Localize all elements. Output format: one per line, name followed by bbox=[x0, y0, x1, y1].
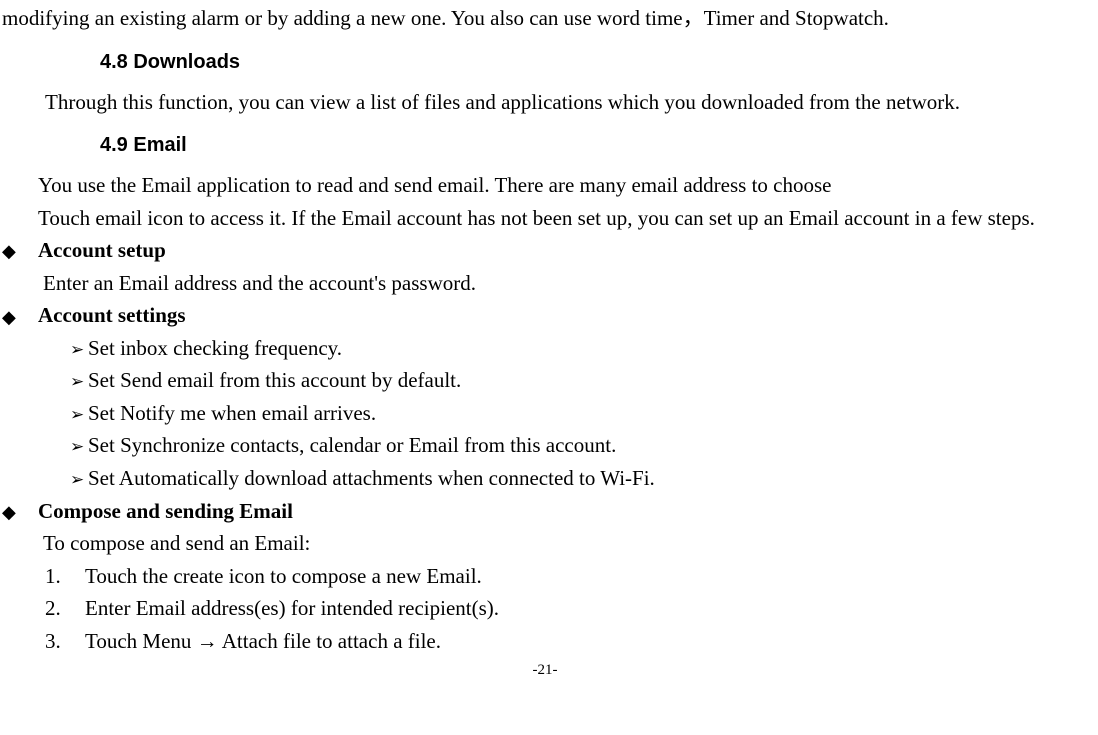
step-text: Enter Email address(es) for intended rec… bbox=[85, 596, 499, 620]
diamond-icon: ◆ bbox=[2, 304, 38, 332]
step-text: Touch Menu → Attach file to attach a fil… bbox=[85, 629, 441, 653]
compose-title: Compose and sending Email bbox=[38, 499, 293, 523]
setting-text: Set Send email from this account by defa… bbox=[88, 368, 461, 392]
arrow-icon: ➢ bbox=[70, 434, 88, 460]
account-setup-title: Account setup bbox=[38, 238, 166, 262]
diamond-icon: ◆ bbox=[2, 499, 38, 527]
setting-text: Set Automatically download attachments w… bbox=[88, 466, 655, 490]
setting-item: ➢Set inbox checking frequency. bbox=[70, 332, 1088, 365]
compose-lead: To compose and send an Email: bbox=[43, 527, 1088, 560]
compose-step: 3.Touch Menu → Attach file to attach a f… bbox=[45, 625, 1088, 658]
step-number: 3. bbox=[45, 625, 85, 658]
arrow-icon: ➢ bbox=[70, 337, 88, 363]
bullet-account-settings: ◆Account settings bbox=[2, 299, 1088, 332]
setting-item: ➢Set Automatically download attachments … bbox=[70, 462, 1088, 495]
setting-text: Set Notify me when email arrives. bbox=[88, 401, 376, 425]
diamond-icon: ◆ bbox=[2, 238, 38, 266]
setting-item: ➢Set Notify me when email arrives. bbox=[70, 397, 1088, 430]
setting-text: Set inbox checking frequency. bbox=[88, 336, 342, 360]
page-number: -21- bbox=[2, 659, 1088, 682]
account-settings-title: Account settings bbox=[38, 303, 186, 327]
setting-text: Set Synchronize contacts, calendar or Em… bbox=[88, 433, 616, 457]
step-number: 2. bbox=[45, 592, 85, 625]
downloads-body: Through this function, you can view a li… bbox=[2, 86, 1088, 119]
arrow-icon: ➢ bbox=[70, 467, 88, 493]
continuation-line: modifying an existing alarm or by adding… bbox=[2, 2, 1088, 35]
arrow-icon: ➢ bbox=[70, 369, 88, 395]
section-heading-downloads: 4.8 Downloads bbox=[100, 47, 1088, 78]
account-setup-body: Enter an Email address and the account's… bbox=[43, 267, 1088, 300]
step-text: Touch the create icon to compose a new E… bbox=[85, 564, 482, 588]
setting-item: ➢Set Synchronize contacts, calendar or E… bbox=[70, 429, 1088, 462]
step-number: 1. bbox=[45, 560, 85, 593]
setting-item: ➢Set Send email from this account by def… bbox=[70, 364, 1088, 397]
email-intro: You use the Email application to read an… bbox=[2, 169, 1088, 234]
bullet-compose: ◆Compose and sending Email bbox=[2, 495, 1088, 528]
document-page: modifying an existing alarm or by adding… bbox=[2, 2, 1088, 683]
compose-step: 2.Enter Email address(es) for intended r… bbox=[45, 592, 1088, 625]
section-heading-email: 4.9 Email bbox=[100, 130, 1088, 161]
bullet-account-setup: ◆Account setup bbox=[2, 234, 1088, 267]
arrow-icon: ➢ bbox=[70, 402, 88, 428]
compose-step: 1.Touch the create icon to compose a new… bbox=[45, 560, 1088, 593]
